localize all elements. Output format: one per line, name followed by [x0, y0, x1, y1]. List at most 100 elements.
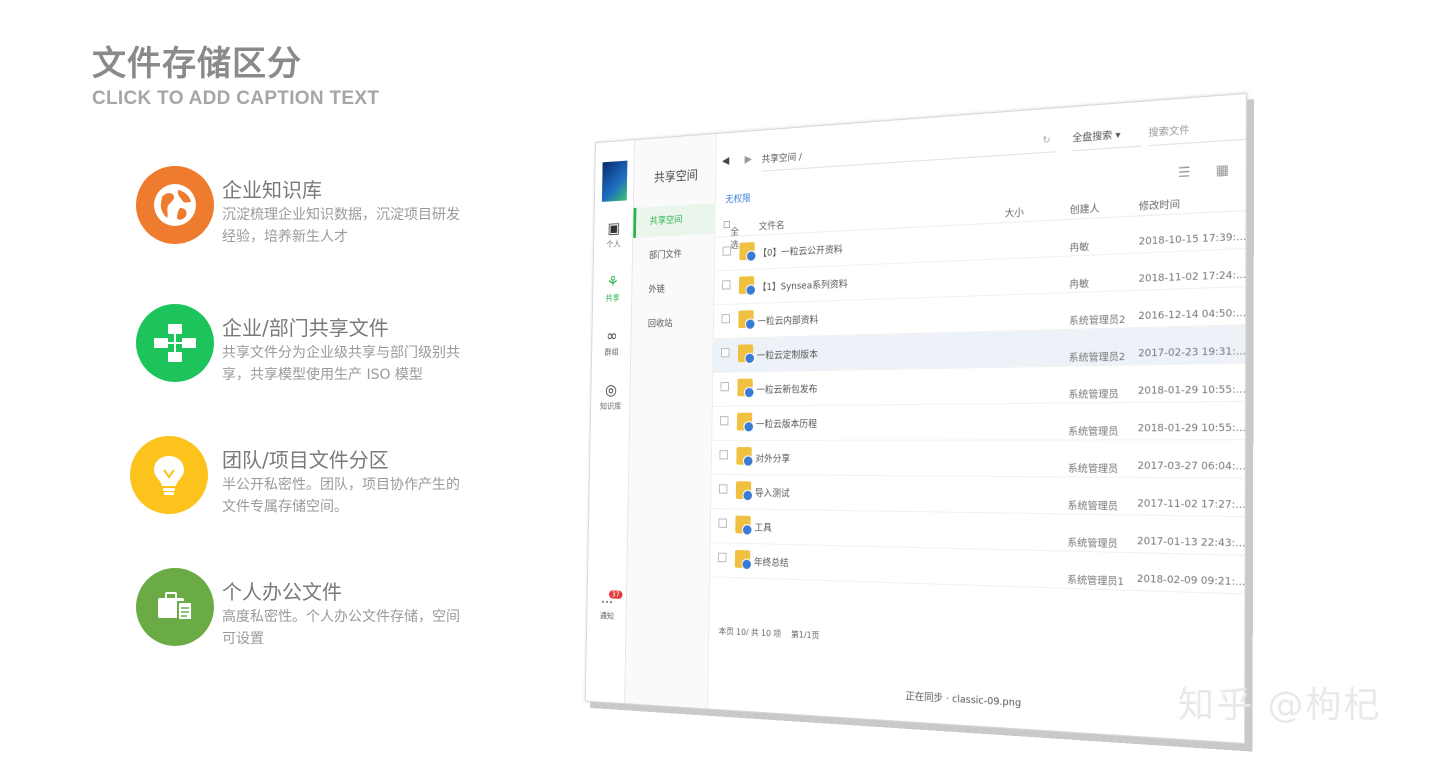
app-window: ▣ 个人 ⚘ 共享 ∞ 群组 ◎ 知识库 ⋯ 37 通知 共享空间 共享空间 部…	[585, 93, 1247, 744]
file-creator: 系统管理员	[1068, 461, 1118, 476]
file-time: 2018-02-09 09:21:...	[1137, 574, 1246, 589]
feature-title: 个人办公文件	[222, 576, 342, 605]
row-checkbox[interactable]	[719, 450, 728, 459]
file-name[interactable]: 一粒云定制版本	[757, 347, 818, 362]
file-name[interactable]: 年终总结	[754, 555, 789, 570]
feature-desc: 沉淀梳理企业知识数据，沉淀项目研发经验，培养新生人才	[222, 204, 472, 248]
feature-knowledge-base: 企业知识库 沉淀梳理企业知识数据，沉淀项目研发经验，培养新生人才	[136, 166, 476, 246]
file-creator: 系统管理员	[1068, 498, 1118, 513]
file-creator: 系统管理员2	[1069, 312, 1126, 328]
notice-button[interactable]: ⋯ 37 通知	[587, 594, 627, 623]
file-creator: 冉敏	[1069, 239, 1089, 254]
feature-team-files: 团队/项目文件分区 半公开私密性。团队，项目协作产生的文件专属存储空间。	[130, 436, 470, 516]
rail-item-share[interactable]: ⚘ 共享	[593, 272, 633, 304]
row-checkbox[interactable]	[722, 280, 731, 290]
refresh-icon[interactable]: ↻	[1042, 128, 1050, 153]
table-row[interactable]: 一粒云版本历程 系统管理员 2018-01-29 10:55:...	[712, 402, 1245, 441]
share-icon: ⚘	[593, 272, 632, 292]
grid-view-icon[interactable]: ▦	[1216, 162, 1229, 179]
folder-icon	[735, 550, 751, 568]
feature-desc: 共享文件分为企业级共享与部门级别共享，共享模型使用生产 ISO 模型	[222, 342, 472, 386]
row-checkbox[interactable]	[720, 382, 729, 391]
row-checkbox[interactable]	[720, 416, 729, 425]
file-time: 2017-02-23 19:31:...	[1138, 346, 1246, 360]
app-screenshot: ▣ 个人 ⚘ 共享 ∞ 群组 ◎ 知识库 ⋯ 37 通知 共享空间 共享空间 部…	[560, 130, 1260, 757]
feature-title: 团队/项目文件分区	[222, 444, 389, 473]
column-size[interactable]: 大小	[1005, 205, 1024, 220]
sidebar-item-recycle[interactable]: 回收站	[631, 307, 714, 340]
sidebar-item-department[interactable]: 部门文件	[633, 238, 716, 272]
column-name[interactable]: 文件名	[759, 218, 785, 233]
folder-icon	[738, 310, 753, 328]
file-time: 2016-12-14 04:50:...	[1138, 308, 1246, 322]
breadcrumb: 共享空间 /	[762, 152, 802, 165]
wallet-icon: ▣	[594, 218, 633, 238]
column-creator[interactable]: 创建人	[1070, 201, 1100, 217]
app-logo	[602, 161, 628, 202]
compass-icon: ◎	[591, 380, 630, 399]
network-icon	[136, 304, 214, 382]
sidebar-item-external-link[interactable]: 外链	[632, 273, 715, 307]
permission-label: 无权限	[725, 191, 751, 206]
file-name[interactable]: 【1】Synsea系列资料	[758, 276, 848, 293]
app-sidebar: 共享空间 共享空间 部门文件 外链 回收站	[625, 134, 717, 708]
list-view-icon[interactable]: ☰	[1178, 164, 1191, 181]
file-name[interactable]: 导入测试	[755, 486, 790, 500]
rail-label: 群组	[604, 348, 618, 357]
forward-icon[interactable]: ▶	[745, 154, 752, 166]
rail-item-personal[interactable]: ▣ 个人	[594, 218, 634, 251]
page-number: 第1/1页	[791, 630, 820, 641]
file-name[interactable]: 一粒云版本历程	[756, 416, 817, 430]
row-checkbox[interactable]	[723, 246, 732, 256]
file-name[interactable]: 【0】一粒云公开资料	[758, 242, 842, 259]
select-all-checkbox[interactable]: ☐ 全选	[723, 221, 731, 232]
sidebar-item-shared-space[interactable]: 共享空间	[633, 203, 716, 238]
row-checkbox[interactable]	[718, 518, 727, 527]
feature-personal-files: 个人办公文件 高度私密性。个人办公文件存储，空间可设置	[136, 568, 476, 648]
file-creator: 系统管理员2	[1069, 349, 1126, 365]
file-name[interactable]: 一粒云新包发布	[756, 382, 817, 396]
folder-icon	[737, 378, 752, 396]
globe-icon	[136, 166, 214, 244]
feature-desc: 高度私密性。个人办公文件存储，空间可设置	[222, 606, 472, 650]
app-main: ◀ ▶ 共享空间 / ↻ 全盘搜索 ▾ 搜索文件 无权限 ☰ ▦ ☐ 全选 文件…	[708, 94, 1246, 743]
file-name[interactable]: 对外分享	[755, 451, 790, 465]
lightbulb-icon	[130, 436, 208, 514]
file-list: 【0】一粒云公开资料 冉敏 2018-10-15 17:39:... 【1】Syns…	[710, 211, 1245, 594]
file-creator: 系统管理员	[1068, 386, 1118, 401]
file-time: 2017-11-02 17:27:...	[1137, 499, 1245, 512]
folder-icon	[739, 242, 754, 260]
table-row[interactable]: 对外分享系统管理员 2017-03-27 06:04:...	[712, 440, 1245, 478]
file-time: 2018-01-29 10:55:...	[1138, 385, 1246, 398]
slide-title: 文件存储区分	[92, 36, 302, 85]
rail-item-group[interactable]: ∞ 群组	[592, 326, 632, 358]
column-modified[interactable]: 修改时间	[1139, 196, 1180, 213]
file-time: 2017-03-27 06:04:...	[1137, 461, 1245, 473]
rail-label: 知识库	[600, 402, 622, 411]
view-toggles: ☰ ▦	[1157, 162, 1229, 182]
file-creator: 系统管理员	[1067, 535, 1118, 551]
sidebar-header: 共享空间	[654, 166, 698, 186]
slide-caption: CLICK TO ADD CAPTION TEXT	[92, 88, 379, 110]
page-summary: 本页 10/ 共 10 项	[719, 627, 782, 639]
back-icon[interactable]: ◀	[722, 155, 729, 167]
row-checkbox[interactable]	[719, 484, 728, 493]
path-bar[interactable]: 共享空间 / ↻	[761, 128, 1057, 172]
row-checkbox[interactable]	[721, 348, 730, 357]
row-checkbox[interactable]	[721, 314, 730, 324]
file-time: 2018-11-02 17:24:...	[1138, 270, 1246, 285]
search-scope-select[interactable]: 全盘搜索 ▾	[1072, 122, 1141, 151]
sync-status: 正在同步 · classic-09.png	[905, 688, 1021, 709]
row-checkbox[interactable]	[718, 553, 727, 563]
notice-label: 通知	[600, 611, 614, 621]
search-input[interactable]: 搜索文件	[1148, 115, 1246, 147]
rail-item-knowledge[interactable]: ◎ 知识库	[591, 380, 631, 412]
folder-icon	[736, 447, 751, 465]
file-creator: 系统管理员1	[1067, 572, 1124, 588]
folder-icon	[738, 344, 753, 362]
file-name[interactable]: 一粒云内部资料	[757, 312, 818, 327]
briefcase-icon	[136, 568, 214, 646]
file-name[interactable]: 工具	[754, 520, 772, 534]
file-creator: 系统管理员	[1068, 423, 1118, 438]
file-creator: 冉敏	[1069, 276, 1089, 291]
